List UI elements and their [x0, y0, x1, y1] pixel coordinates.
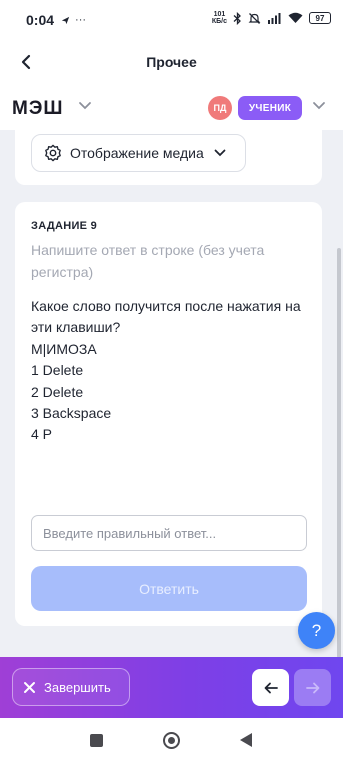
wifi-icon	[288, 12, 303, 23]
net-speed-unit: КБ/с	[211, 18, 227, 25]
gear-icon	[45, 144, 61, 162]
battery-level: 97	[315, 13, 325, 23]
media-display-button[interactable]: Отображение медиа	[31, 134, 246, 172]
status-right: 101 КБ/с 97	[212, 11, 331, 25]
task-line: 3 Backspace	[31, 404, 112, 421]
chevron-down-icon[interactable]	[312, 101, 326, 111]
brand-header: МЭШ ПД УЧЕНИК	[0, 86, 343, 130]
mute-icon	[248, 12, 261, 24]
arrow-right-icon	[305, 682, 319, 693]
system-navigation-bar	[0, 718, 343, 763]
close-icon	[23, 681, 36, 694]
home-button[interactable]	[163, 732, 180, 749]
arrow-left-icon	[264, 682, 278, 693]
task-line: 2 Delete	[31, 383, 84, 400]
media-display-label: Отображение медиа	[70, 145, 204, 161]
task-lines: М|ИМОЗА 1 Delete 2 Delete 3 Backspace 4 …	[31, 339, 111, 445]
net-speed-value: 101	[213, 11, 226, 18]
chevron-down-icon[interactable]	[78, 101, 92, 111]
answer-input[interactable]	[31, 515, 307, 551]
task-question: Какое слово получится после нажатия на э…	[31, 298, 301, 335]
status-left-icons: ···	[60, 14, 86, 26]
finish-label: Завершить	[44, 679, 111, 695]
task-line: 1 Delete	[31, 362, 84, 379]
dots-icon: ···	[75, 14, 87, 26]
task-hint: Напишите ответ в строке (без учета регис…	[31, 242, 265, 280]
page-title: Прочее	[146, 54, 197, 70]
battery-icon: 97	[309, 12, 331, 24]
previous-button[interactable]	[252, 669, 289, 706]
submit-button[interactable]: Ответить	[31, 566, 307, 611]
mesh-logo[interactable]: МЭШ	[12, 98, 63, 120]
net-speed: 101 КБ/с	[212, 11, 227, 25]
status-bar: 0:04 ··· 101 КБ/с 97	[0, 0, 343, 40]
system-back-button[interactable]	[240, 733, 252, 747]
avatar[interactable]: ПД	[208, 96, 232, 120]
help-button[interactable]: ?	[298, 612, 335, 649]
location-icon	[61, 16, 70, 24]
task-line: 4 Р	[31, 426, 53, 443]
signal-icon	[268, 13, 281, 24]
task-label: ЗАДАНИЕ 9	[31, 220, 98, 232]
next-button[interactable]	[294, 669, 331, 706]
status-time: 0:04	[26, 12, 55, 28]
chevron-down-icon	[214, 149, 226, 157]
bluetooth-icon	[233, 11, 241, 25]
recents-button[interactable]	[90, 734, 103, 747]
finish-button[interactable]: Завершить	[12, 668, 130, 706]
task-line: М|ИМОЗА	[31, 341, 97, 357]
topbar: Прочее	[0, 42, 343, 82]
scrollbar-thumb[interactable]	[337, 248, 341, 658]
role-badge[interactable]: УЧЕНИК	[238, 96, 302, 120]
